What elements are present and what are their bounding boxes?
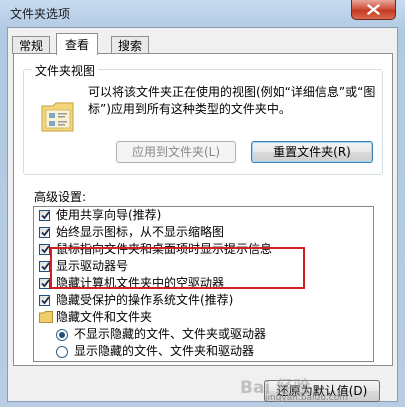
dialog-window: 文件夹选项 常规 查看 搜索 文件夹视图 可以将该文件夹正在使用的视图(例如“详… [0,0,405,407]
tab-view[interactable]: 查看 [56,33,99,55]
apply-to-folders-button[interactable]: 应用到文件夹(L) [116,141,236,163]
title-bar[interactable]: 文件夹选项 [0,0,405,26]
tab-general[interactable]: 常规 [12,36,51,54]
close-button[interactable] [351,0,396,20]
advanced-settings-label: 高级设置: [34,190,87,204]
checkmark-icon [41,211,50,220]
checkmark-icon [41,228,50,237]
checkmark-icon [41,296,50,305]
tab-search[interactable]: 搜索 [111,36,150,54]
folder-views-label: 文件夹视图 [32,62,99,79]
checkbox[interactable] [39,244,50,255]
folder-views-description: 可以将该文件夹正在使用的视图(例如“详细信息”或“图标”)应用到所有这种类型的文… [88,85,376,116]
hidden-files-highlight [50,247,305,289]
checkbox[interactable] [39,278,50,289]
checkbox[interactable] [39,210,50,221]
folder-icon [39,311,53,323]
reset-folders-button[interactable]: 重置文件夹(R) [251,141,373,163]
folder-icon [41,102,74,132]
dialog-client-area: 常规 查看 搜索 文件夹视图 可以将该文件夹正在使用的视图(例如“详细信息”或“… [7,27,398,402]
checkbox[interactable] [39,227,50,238]
checkbox[interactable] [39,295,50,306]
radio-button[interactable] [56,329,68,341]
close-icon [367,4,380,15]
watermark-url: jingyan.baidu.com [265,393,349,403]
window-title: 文件夹选项 [10,7,71,21]
checkbox[interactable] [39,261,50,272]
view-tab-panel: 文件夹视图 可以将该文件夹正在使用的视图(例如“详细信息”或“图标”)应用到所有… [13,53,393,366]
folder-views-group: 文件夹视图 可以将该文件夹正在使用的视图(例如“详细信息”或“图标”)应用到所有… [23,62,383,175]
